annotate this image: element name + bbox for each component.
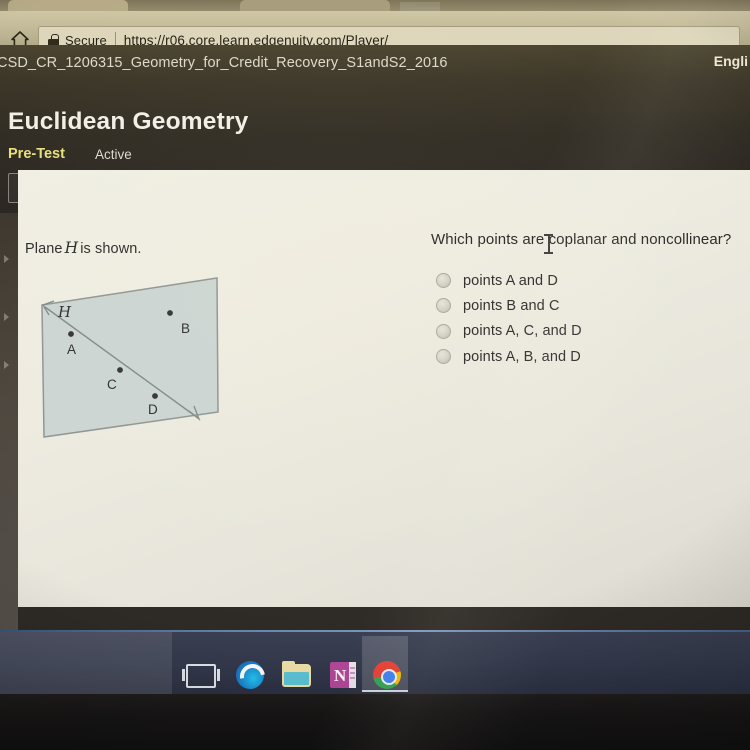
browser-tab-strip[interactable] [0,0,750,11]
laptop-bezel: DELL [0,694,750,750]
browser-tab[interactable] [240,0,390,11]
answer-option-2[interactable]: points B and C [436,293,736,318]
course-code: CSD_CR_1206315_Geometry_for_Credit_Recov… [0,55,448,71]
point-dot-b [167,310,173,316]
radio-button[interactable] [436,298,451,314]
point-dot-a [68,331,74,337]
point-dot-c [117,367,123,373]
answer-option-label: points B and C [463,297,560,314]
answer-option-label: points A, C, and D [463,323,582,340]
laptop-photo-screenshot: Secure https://r06.core.learn.edgenuity.… [0,0,750,750]
collapse-arrow-icon[interactable] [4,255,9,263]
browser-tab[interactable] [8,0,128,11]
point-label-c: C [107,377,117,392]
page-title: Euclidean Geometry [8,108,249,135]
collapse-arrow-icon[interactable] [4,361,9,369]
file-explorer-icon[interactable] [280,660,314,690]
answer-option-label: points A, B, and D [463,348,581,365]
answer-option-3[interactable]: points A, C, and D [436,319,736,344]
chrome-icon[interactable] [370,660,404,690]
assignment-state-label: Active [95,147,132,162]
text-cursor-icon [544,234,553,254]
point-label-d: D [148,402,158,417]
browser-tab-glare [400,2,440,11]
plane-figure [41,277,219,438]
answer-options[interactable]: points A and D points B and C points A, C,… [436,268,736,369]
answer-option-1[interactable]: points A and D [436,268,736,293]
point-label-a: A [67,342,77,357]
collapse-arrow-icon[interactable] [4,313,9,321]
browser-toolbar: Secure https://r06.core.learn.edgenuity.… [0,11,750,54]
plane-label-h: H [58,303,72,321]
left-navigation-rail[interactable] [0,213,18,630]
radio-button[interactable] [436,273,451,289]
language-label[interactable]: Engli [714,53,748,69]
question-prompt: Which points are coplanar and noncolline… [431,231,732,248]
point-label-b: B [181,321,191,336]
edge-icon[interactable] [234,660,268,690]
radio-button[interactable] [436,349,451,365]
point-dot-d [152,393,158,399]
assignment-type-label: Pre-Test [8,146,65,162]
answer-option-4[interactable]: points A, B, and D [436,344,736,369]
task-view-icon[interactable] [182,660,220,690]
taskbar-left-panel [0,632,172,694]
radio-button[interactable] [436,323,451,339]
onenote-icon[interactable]: N [326,660,360,690]
answer-option-label: points A and D [463,272,558,289]
